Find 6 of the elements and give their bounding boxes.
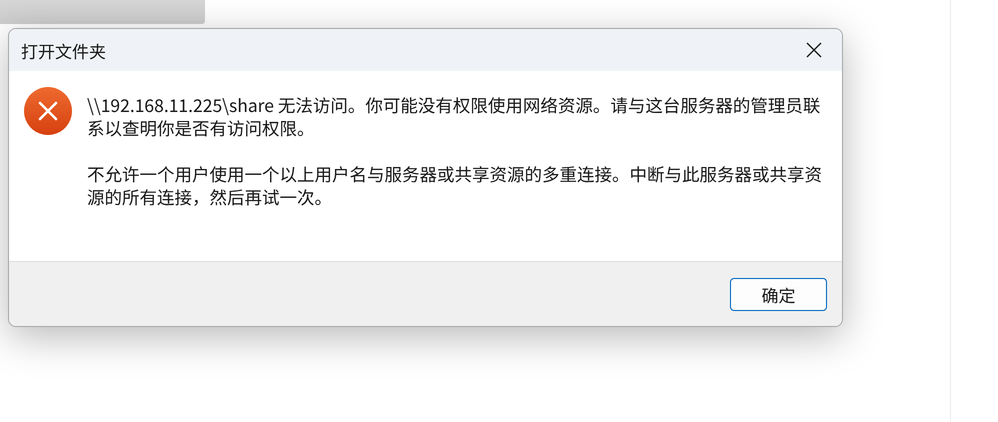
message-text: \\192.168.11.225\share 无法访问。你可能没有权限使用网络资源。请与这台服务器的管理员联系以查明你是否有访问权限。 xyxy=(87,94,822,140)
ok-button[interactable]: 确定 xyxy=(730,278,827,310)
error-icon xyxy=(24,87,72,135)
window-title: 打开文件夹 xyxy=(21,38,106,62)
message-text: 不允许一个用户使用一个以上用户名与服务器或共享资源的多重连接。中断与此服务器或共享资源的所有连接，然后再试一次。 xyxy=(87,163,822,209)
close-icon xyxy=(806,42,822,58)
